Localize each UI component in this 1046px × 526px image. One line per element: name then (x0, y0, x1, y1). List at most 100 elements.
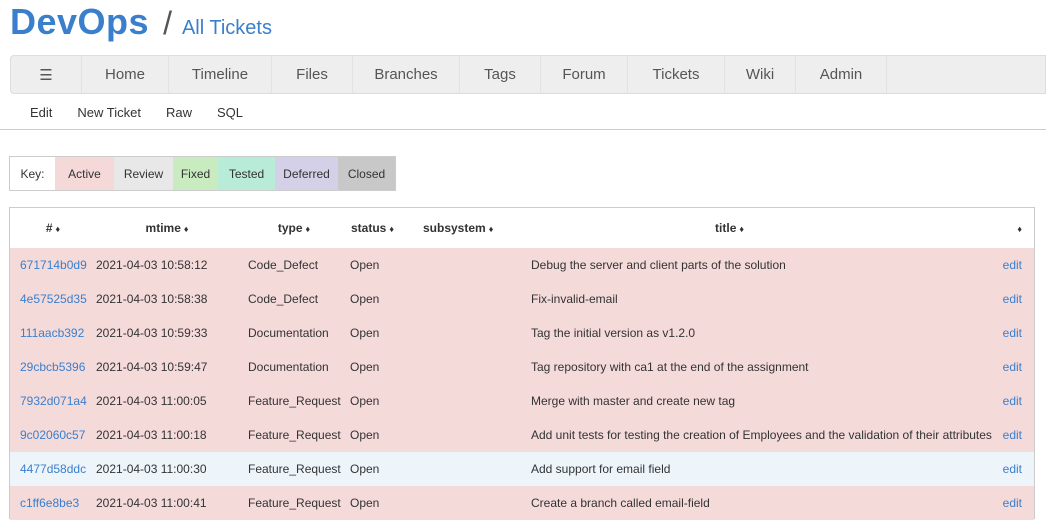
menu-item-branches[interactable]: Branches (353, 56, 460, 93)
ticket-id-link[interactable]: 111aacb392 (10, 316, 96, 350)
table-row: 29cbcb5396 2021-04-03 10:59:47 Documentati… (10, 350, 1034, 384)
col-header-subsystem[interactable]: subsystem ♦ (422, 208, 527, 248)
ticket-id-link[interactable]: 7932d071a4 (10, 384, 96, 418)
ticket-type: Code_Defect (238, 248, 350, 282)
ticket-mtime: 2021-04-03 10:58:12 (96, 248, 238, 282)
submenu-edit[interactable]: Edit (30, 105, 52, 120)
tickets-table: # ♦ mtime ♦ type ♦ status ♦ subsystem ♦ title… (10, 208, 1034, 520)
sort-icon: ♦ (1017, 224, 1022, 234)
ticket-title: Tag repository with ca1 at the end of th… (527, 350, 932, 384)
ticket-id-link[interactable]: 671714b0d9 (10, 248, 96, 282)
ticket-subsystem (422, 486, 527, 520)
ticket-edit-link[interactable]: edit (932, 316, 1034, 350)
menu-item-tags[interactable]: Tags (460, 56, 541, 93)
col-header-edit[interactable]: ♦ (932, 208, 1034, 248)
ticket-mtime: 2021-04-03 11:00:18 (96, 418, 238, 452)
key-tested: Tested (218, 157, 275, 190)
title-separator: / (163, 5, 172, 41)
ticket-subsystem (422, 384, 527, 418)
ticket-status: Open (350, 452, 422, 486)
menu-item-timeline[interactable]: Timeline (169, 56, 272, 93)
menu-item-wiki[interactable]: Wiki (725, 56, 796, 93)
table-header-row: # ♦ mtime ♦ type ♦ status ♦ subsystem ♦ title… (10, 208, 1034, 248)
ticket-mtime: 2021-04-03 10:59:33 (96, 316, 238, 350)
ticket-edit-link[interactable]: edit (932, 384, 1034, 418)
ticket-mtime: 2021-04-03 11:00:05 (96, 384, 238, 418)
ticket-title: Fix-invalid-email (527, 282, 932, 316)
ticket-status: Open (350, 248, 422, 282)
submenu-sql[interactable]: SQL (217, 105, 243, 120)
ticket-status: Open (350, 282, 422, 316)
col-header-id[interactable]: # ♦ (10, 208, 96, 248)
col-header-type[interactable]: type ♦ (238, 208, 350, 248)
ticket-type: Code_Defect (238, 282, 350, 316)
sort-icon: ♦ (389, 224, 394, 234)
ticket-edit-link[interactable]: edit (932, 248, 1034, 282)
ticket-status: Open (350, 316, 422, 350)
ticket-type: Documentation (238, 350, 350, 384)
ticket-title: Tag the initial version as v1.2.0 (527, 316, 932, 350)
hamburger-menu-icon[interactable]: ☰ (11, 56, 82, 93)
ticket-subsystem (422, 418, 527, 452)
sub-menu: Edit New Ticket Raw SQL (0, 96, 1046, 130)
ticket-type: Feature_Request (238, 418, 350, 452)
ticket-title: Add support for email field (527, 452, 932, 486)
ticket-title: Create a branch called email-field (527, 486, 932, 520)
key-closed: Closed (338, 157, 395, 190)
ticket-status: Open (350, 418, 422, 452)
ticket-id-link[interactable]: 4477d58ddc (10, 452, 96, 486)
table-row: 4e57525d35 2021-04-03 10:58:38 Code_Defect… (10, 282, 1034, 316)
sort-icon: ♦ (305, 224, 311, 234)
key-fixed: Fixed (173, 157, 218, 190)
ticket-mtime: 2021-04-03 10:58:38 (96, 282, 238, 316)
table-row: 9c02060c57 2021-04-03 11:00:18 Feature_Req… (10, 418, 1034, 452)
status-key: Key: Active Review Fixed Tested Deferred… (9, 156, 396, 191)
ticket-subsystem (422, 452, 527, 486)
ticket-id-link[interactable]: 9c02060c57 (10, 418, 96, 452)
sort-icon: ♦ (183, 224, 189, 234)
submenu-raw[interactable]: Raw (166, 105, 192, 120)
ticket-subsystem (422, 282, 527, 316)
main-menu: ☰ Home Timeline Files Branches Tags Foru… (10, 55, 1046, 94)
ticket-subsystem (422, 248, 527, 282)
ticket-status: Open (350, 350, 422, 384)
menu-item-forum[interactable]: Forum (541, 56, 628, 93)
ticket-status: Open (350, 486, 422, 520)
table-row: 7932d071a4 2021-04-03 11:00:05 Feature_Req… (10, 384, 1034, 418)
ticket-edit-link[interactable]: edit (932, 486, 1034, 520)
ticket-title: Add unit tests for testing the creation … (527, 418, 992, 452)
logo[interactable]: DevOps (10, 0, 149, 44)
page-title: All Tickets (181, 17, 272, 39)
sort-icon: ♦ (55, 224, 61, 234)
ticket-mtime: 2021-04-03 11:00:30 (96, 452, 238, 486)
menu-item-files[interactable]: Files (272, 56, 353, 93)
table-row: 671714b0d9 2021-04-03 10:58:12 Code_Defect… (10, 248, 1034, 282)
sort-icon: ♦ (739, 224, 744, 234)
ticket-edit-link[interactable]: edit (932, 282, 1034, 316)
menu-item-tickets[interactable]: Tickets (628, 56, 725, 93)
col-header-mtime[interactable]: mtime ♦ (96, 208, 238, 248)
ticket-type: Documentation (238, 316, 350, 350)
ticket-subsystem (422, 316, 527, 350)
sort-icon: ♦ (488, 224, 494, 234)
submenu-new-ticket[interactable]: New Ticket (77, 105, 141, 120)
ticket-id-link[interactable]: 4e57525d35 (10, 282, 96, 316)
ticket-subsystem (422, 350, 527, 384)
key-label: Key: (10, 157, 55, 190)
ticket-id-link[interactable]: 29cbcb5396 (10, 350, 96, 384)
menu-item-home[interactable]: Home (82, 56, 169, 93)
ticket-type: Feature_Request (238, 486, 350, 520)
col-header-status[interactable]: status ♦ (350, 208, 422, 248)
ticket-title: Merge with master and create new tag (527, 384, 932, 418)
ticket-edit-link[interactable]: edit (932, 350, 1034, 384)
menu-item-admin[interactable]: Admin (796, 56, 887, 93)
header: DevOps / All Tickets (10, 0, 272, 50)
ticket-status: Open (350, 384, 422, 418)
col-header-title[interactable]: title ♦ (527, 208, 932, 248)
ticket-edit-link[interactable]: edit (932, 452, 1034, 486)
table-row: 4477d58ddc 2021-04-03 11:00:30 Feature_Req… (10, 452, 1034, 486)
ticket-type: Feature_Request (238, 452, 350, 486)
ticket-id-link[interactable]: c1ff6e8be3 (10, 486, 96, 520)
ticket-mtime: 2021-04-03 10:59:47 (96, 350, 238, 384)
table-row: c1ff6e8be3 2021-04-03 11:00:41 Feature_Req… (10, 486, 1034, 520)
